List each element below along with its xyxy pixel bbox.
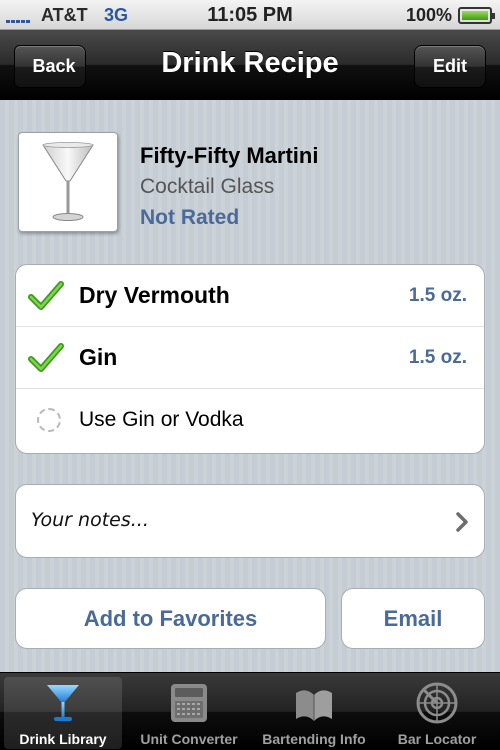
ingredients-list: Dry Vermouth 1.5 oz. Gin 1.5 oz. Use Gin… [15, 264, 485, 454]
navigation-bar: Back Drink Recipe Edit [0, 30, 500, 100]
book-icon [296, 690, 332, 721]
checkmark-icon[interactable] [28, 343, 64, 373]
glass-type: Cocktail Glass [140, 175, 275, 198]
ingredient-amount: 1.5 oz. [408, 346, 467, 368]
calculator-icon [171, 684, 207, 722]
tab-unit-converter[interactable]: Unit Converter [130, 677, 248, 749]
add-to-favorites-button[interactable]: Add to Favorites [15, 588, 326, 649]
checkmark-icon[interactable] [28, 281, 64, 311]
ingredient-amount: 1.5 oz. [408, 284, 467, 306]
notes-label: Your notes... [31, 509, 149, 531]
ingredient-name: Gin [79, 344, 118, 370]
tab-label: Bartending Info [262, 731, 366, 747]
tab-label: Unit Converter [140, 731, 238, 747]
ingredient-row[interactable]: Dry Vermouth 1.5 oz. [16, 265, 484, 327]
tab-label: Drink Library [19, 731, 107, 747]
ingredient-name: Use Gin or Vodka [79, 408, 244, 431]
tab-drink-library[interactable]: Drink Library [4, 677, 122, 749]
tab-bar-locator[interactable]: Bar Locator [378, 677, 496, 749]
ingredient-row[interactable]: Use Gin or Vodka [16, 389, 484, 451]
martini-glass-icon [47, 685, 79, 721]
drink-name: Fifty-Fifty Martini [140, 143, 319, 168]
tab-bar: Drink Library Unit Converter Bartending … [0, 672, 500, 750]
edit-button[interactable]: Edit [414, 45, 486, 88]
ingredient-row[interactable]: Gin 1.5 oz. [16, 327, 484, 389]
status-bar: AT&T 3G 11:05 PM 100% [0, 0, 500, 30]
rating-label[interactable]: Not Rated [140, 206, 239, 230]
unchecked-circle-icon[interactable] [37, 408, 61, 432]
battery-icon [458, 7, 495, 24]
tab-bartending-info[interactable]: Bartending Info [255, 677, 373, 749]
radar-icon [416, 682, 458, 724]
cocktail-glass-icon [42, 142, 94, 221]
tab-label: Bar Locator [397, 731, 477, 747]
notes-row[interactable]: Your notes... [15, 484, 485, 558]
email-button[interactable]: Email [341, 588, 485, 649]
drink-thumbnail [18, 132, 118, 232]
battery-percentage: 100% [405, 5, 452, 25]
ingredient-name: Dry Vermouth [79, 282, 230, 308]
chevron-right-icon [456, 512, 468, 532]
